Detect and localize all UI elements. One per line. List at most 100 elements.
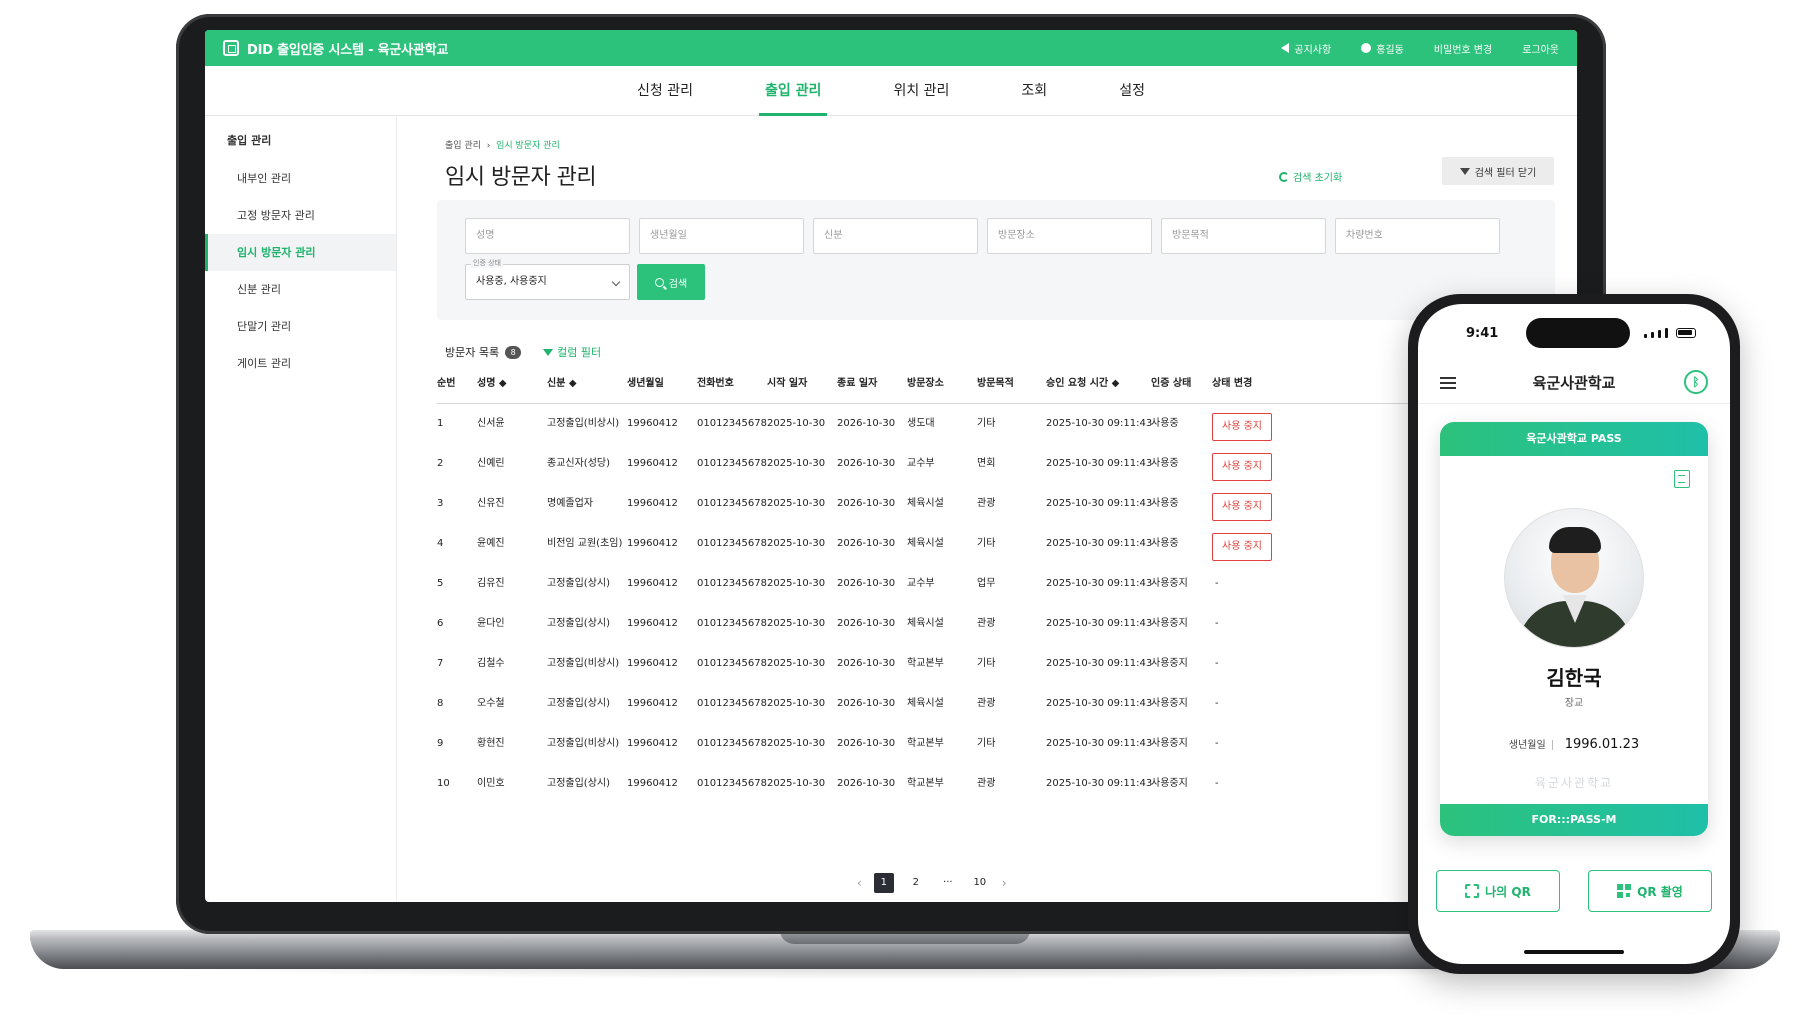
table-cell: 업무 <box>977 578 996 589</box>
table-cell: 2026-10-30 <box>837 458 896 469</box>
filter-icon <box>543 348 554 356</box>
suspend-button[interactable]: 사용 중지 <box>1212 413 1272 441</box>
table-header: 순번 성명 ◆ 신분 ◆ 생년월일 전화번호 시작 일자 종료 일자 방문장소 … <box>437 364 1577 404</box>
app-header: DID 출입인증 시스템 - 육군사관학교 공지사항 홍길동 비밀번호 변경 로… <box>205 30 1577 66</box>
table-cell: - <box>1215 618 1219 629</box>
table-cell: 2025-10-30 <box>767 618 826 629</box>
table-cell: - <box>1215 698 1219 709</box>
table-cell: 관광 <box>977 498 996 509</box>
sidebar-item-identity[interactable]: 신분 관리 <box>205 271 396 308</box>
app-title: DID 출입인증 시스템 - 육군사관학교 <box>247 42 449 58</box>
table-cell: 2025-10-30 09:11:43 <box>1046 738 1153 749</box>
count-badge: 8 <box>505 345 522 359</box>
table-cell: 10 <box>437 778 450 789</box>
table-cell: 체육시설 <box>907 538 944 549</box>
identity-input[interactable]: 신분 <box>813 218 978 254</box>
nav-settings[interactable]: 설정 <box>1119 66 1145 116</box>
breadcrumb-parent[interactable]: 출입 관리 <box>445 141 481 151</box>
col-identity[interactable]: 신분 ◆ <box>547 364 577 404</box>
home-indicator <box>1524 950 1624 954</box>
table-cell: 2026-10-30 <box>837 418 896 429</box>
table-cell: 2026-10-30 <box>837 738 896 749</box>
signal-icon <box>1644 334 1647 338</box>
table-cell: 2025-10-30 <box>767 418 826 429</box>
phone-nav: 육군사관학교 ᛒ <box>1418 360 1730 404</box>
table-cell: 01012345678 <box>697 738 767 749</box>
nav-access[interactable]: 출입 관리 <box>758 66 828 116</box>
table-cell: 윤예진 <box>477 538 505 549</box>
status-select-label: 인증 상태 <box>471 258 503 268</box>
visitor-table: 순번 성명 ◆ 신분 ◆ 생년월일 전화번호 시작 일자 종료 일자 방문장소 … <box>437 364 1577 804</box>
table-cell: 체육시설 <box>907 498 944 509</box>
reset-search-button[interactable]: 검색 초기화 <box>1279 169 1342 184</box>
table-cell: 19960412 <box>627 578 678 589</box>
nav-location[interactable]: 위치 관리 <box>893 66 949 116</box>
table-cell: 19960412 <box>627 658 678 669</box>
dynamic-island <box>1526 318 1630 348</box>
nav-inquiry[interactable]: 조회 <box>1021 66 1047 116</box>
status-select[interactable]: 사용중, 사용중지 <box>465 264 630 300</box>
sidebar-item-fixed-visitors[interactable]: 고정 방문자 관리 <box>205 197 396 234</box>
table-cell: - <box>1215 738 1219 749</box>
sidebar-item-gates[interactable]: 게이트 관리 <box>205 345 396 382</box>
qr-code-icon <box>1617 884 1632 898</box>
page-1[interactable]: 1 <box>873 873 894 893</box>
suspend-button[interactable]: 사용 중지 <box>1212 453 1272 481</box>
suspend-button[interactable]: 사용 중지 <box>1212 493 1272 521</box>
prev-page-button[interactable]: ‹ <box>857 876 862 890</box>
table-cell: 01012345678 <box>697 538 767 549</box>
document-icon[interactable] <box>1674 470 1690 488</box>
column-filter-button[interactable]: 컬럼 필터 <box>543 344 601 360</box>
table-row: 1 신서윤 고정출입(비상시) 19960412 01012345678 2025-10-… <box>437 404 1577 444</box>
suspend-button[interactable]: 사용 중지 <box>1212 533 1272 561</box>
scan-icon <box>1465 884 1480 898</box>
top-nav: 신청 관리 출입 관리 위치 관리 조회 설정 <box>205 66 1577 116</box>
sidebar-item-temp-visitors[interactable]: 임시 방문자 관리 <box>205 234 396 271</box>
table-cell: 19960412 <box>627 418 678 429</box>
col-birth: 생년월일 <box>627 378 664 389</box>
change-password-link[interactable]: 비밀번호 변경 <box>1434 41 1492 56</box>
purpose-input[interactable]: 방문목적 <box>1161 218 1326 254</box>
table-cell: 신유진 <box>477 498 505 509</box>
col-start: 시작 일자 <box>767 378 808 389</box>
table-cell: 2025-10-30 <box>767 578 826 589</box>
table-cell: 2025-10-30 <box>767 658 826 669</box>
close-filter-button[interactable]: 검색 필터 닫기 <box>1442 157 1554 185</box>
page-title: 임시 방문자 관리 <box>445 165 597 190</box>
table-cell: 01012345678 <box>697 778 767 789</box>
col-request-time[interactable]: 승인 요청 시간 ◆ <box>1046 364 1119 404</box>
table-cell: 19960412 <box>627 618 678 629</box>
table-cell: 2026-10-30 <box>837 698 896 709</box>
notice-link[interactable]: 공지사항 <box>1281 41 1331 56</box>
sidebar-item-terminals[interactable]: 단말기 관리 <box>205 308 396 345</box>
name-input[interactable]: 성명 <box>465 218 630 254</box>
vehicle-input[interactable]: 차량번호 <box>1335 218 1500 254</box>
status-time: 9:41 <box>1466 326 1499 341</box>
table-cell: 고정출입(상시) <box>547 578 611 589</box>
my-qr-button[interactable]: 나의 QR <box>1436 870 1560 912</box>
page-10[interactable]: 10 <box>970 873 990 893</box>
page-2[interactable]: 2 <box>906 873 926 893</box>
search-button[interactable]: 검색 <box>637 264 705 300</box>
table-cell: 사용중지 <box>1151 618 1188 629</box>
qr-scan-button[interactable]: QR 촬영 <box>1588 870 1712 912</box>
sidebar-item-insiders[interactable]: 내부인 관리 <box>205 160 396 197</box>
phone-screen: 9:41 육군사관학교 ᛒ 육군사관학교 PASS 김한국 장교 생년월일 19… <box>1418 304 1730 964</box>
table-cell: 면회 <box>977 458 996 469</box>
logout-link[interactable]: 로그아웃 <box>1522 41 1559 56</box>
bluetooth-icon[interactable]: ᛒ <box>1684 370 1708 394</box>
next-page-button[interactable]: › <box>1002 876 1007 890</box>
table-cell: 01012345678 <box>697 618 767 629</box>
user-link[interactable]: 홍길동 <box>1361 41 1404 56</box>
table-cell: 4 <box>437 538 444 549</box>
table-cell: 기타 <box>977 738 996 749</box>
nav-application[interactable]: 신청 관리 <box>637 66 693 116</box>
place-input[interactable]: 방문장소 <box>987 218 1152 254</box>
table-row: 10 이민호 고정출입(상시) 19960412 01012345678 2025-10-… <box>437 764 1577 804</box>
table-cell: 1 <box>437 418 444 429</box>
col-name[interactable]: 성명 ◆ <box>477 364 507 404</box>
table-row: 5 김유진 고정출입(상시) 19960412 01012345678 2025-10-3… <box>437 564 1577 604</box>
table-cell: 고정출입(상시) <box>547 778 611 789</box>
table-cell: 2025-10-30 09:11:43 <box>1046 418 1153 429</box>
birth-input[interactable]: 생년월일 <box>639 218 804 254</box>
